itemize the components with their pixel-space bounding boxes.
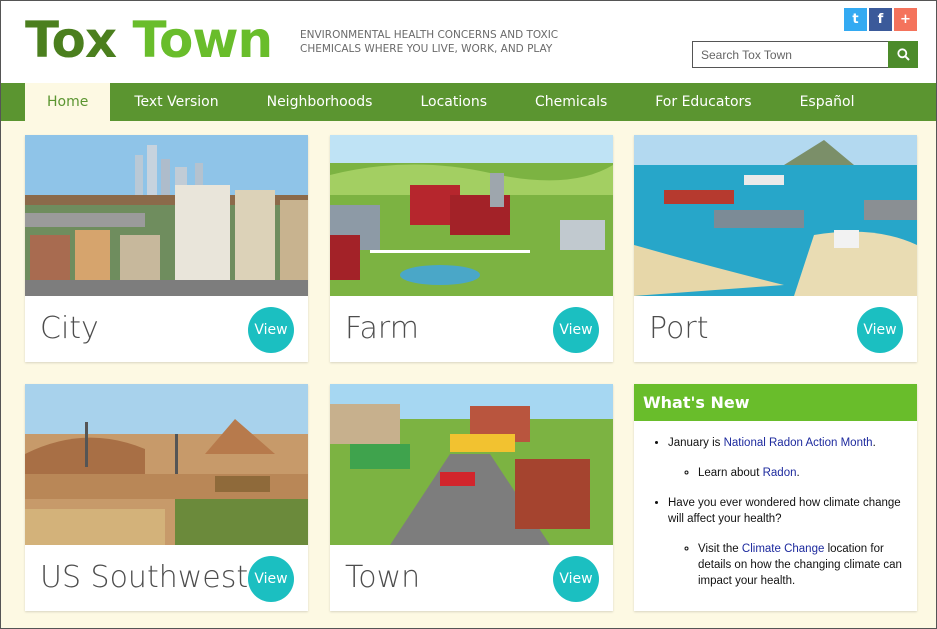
news-subitem: Visit the Climate Change location for de… [698,541,905,589]
header: Tox Town ENVIRONMENTAL HEALTH CONCERNS A… [1,1,936,83]
nav-espanol[interactable]: Español [776,83,879,121]
town-illustration[interactable] [330,384,613,545]
climate-change-link[interactable]: Climate Change [742,543,824,555]
news-text: Visit the [698,543,742,555]
farm-illustration[interactable] [330,135,613,296]
card-title: Town [345,560,421,595]
radon-month-link[interactable]: National Radon Action Month [724,437,873,449]
radon-link[interactable]: Radon [763,467,797,479]
news-text: . [872,437,876,449]
neighborhood-card-us-southwest[interactable]: US Southwest View [25,384,308,611]
nav-neighborhoods[interactable]: Neighborhoods [243,83,397,121]
whats-new-title: What's New [634,384,917,421]
facebook-icon[interactable]: f [869,8,892,31]
card-title: US Southwest [40,560,249,595]
card-title: Port [649,311,709,346]
card-title: City [40,311,99,346]
nav-text-version[interactable]: Text Version [110,83,242,121]
city-illustration[interactable] [25,135,308,296]
social-links: t f + [844,8,917,31]
view-button[interactable]: View [553,307,599,353]
neighborhood-card-city[interactable]: City View [25,135,308,362]
view-button[interactable]: View [248,307,294,353]
share-plus-icon[interactable]: + [894,8,917,31]
search-bar [692,41,918,68]
logo-word-town: Town [132,11,274,69]
search-input[interactable] [692,41,888,68]
news-subitem: Learn about Radon. [698,465,905,481]
view-button[interactable]: View [248,556,294,602]
twitter-icon[interactable]: t [844,8,867,31]
news-text: Have you ever wondered how climate chang… [668,497,901,525]
card-title: Farm [345,311,419,346]
news-text: Learn about [698,467,763,479]
news-text: January is [668,437,724,449]
nav-locations[interactable]: Locations [396,83,511,121]
port-illustration[interactable] [634,135,917,296]
news-item: January is National Radon Action Month. … [668,435,905,481]
view-button[interactable]: View [553,556,599,602]
site-logo[interactable]: Tox Town [25,11,274,69]
news-item: Have you ever wondered how climate chang… [668,495,905,589]
search-icon [896,48,910,61]
news-text: . [796,467,800,479]
whats-new-body: January is National Radon Action Month. … [634,421,917,589]
nav-for-educators[interactable]: For Educators [631,83,775,121]
southwest-illustration[interactable] [25,384,308,545]
page: Tox Town ENVIRONMENTAL HEALTH CONCERNS A… [0,0,937,629]
search-button[interactable] [888,41,918,68]
neighborhood-card-farm[interactable]: Farm View [330,135,613,362]
site-tagline: ENVIRONMENTAL HEALTH CONCERNS AND TOXIC … [300,29,559,55]
whats-new-panel: What's New January is National Radon Act… [634,384,917,611]
logo-word-tox: Tox [25,11,117,69]
main-nav: Home Text Version Neighborhoods Location… [1,83,936,121]
nav-chemicals[interactable]: Chemicals [511,83,631,121]
neighborhood-card-port[interactable]: Port View [634,135,917,362]
nav-home[interactable]: Home [25,83,111,121]
view-button[interactable]: View [857,307,903,353]
neighborhood-card-town[interactable]: Town View [330,384,613,611]
